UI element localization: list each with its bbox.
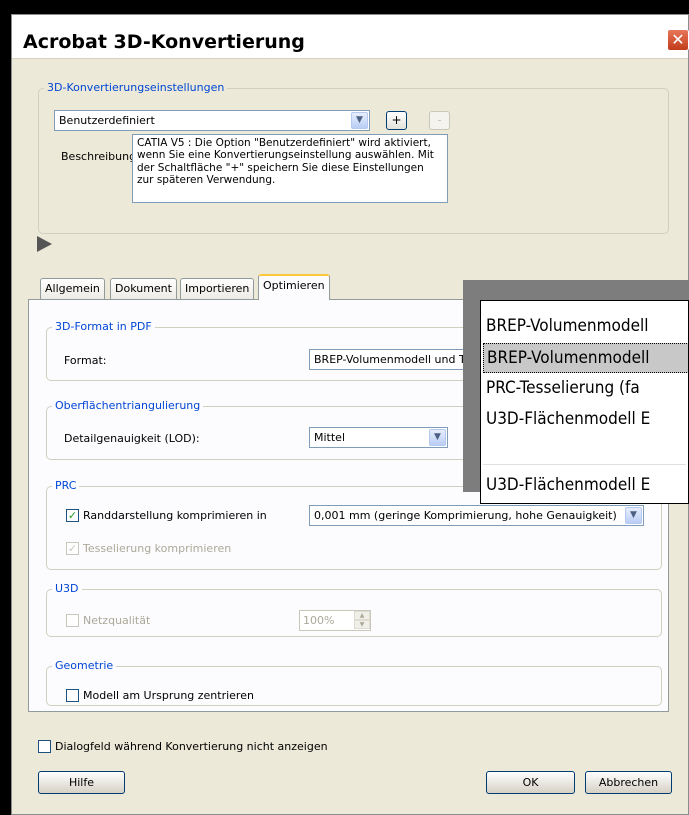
format-select[interactable]: BREP-Volumenmodell und Tesselierung (309, 349, 489, 370)
ok-button[interactable]: OK (486, 771, 575, 794)
format-option-u3d-ec3[interactable]: U3D-Flächenmodell E (483, 471, 688, 501)
description-text: CATIA V5 : Die Option "Benutzerdefiniert… (132, 134, 448, 203)
format-option-brep-tess[interactable]: BREP-Volumenmodell (483, 343, 688, 373)
dialog-title: Acrobat 3D-Konvertierung (23, 31, 305, 53)
help-button[interactable]: Hilfe (38, 771, 125, 794)
preset-select-value: Benutzerdefiniert (59, 114, 155, 127)
mesh-quality-value: 100% (303, 614, 335, 627)
compress-edges-label: Randdarstellung komprimieren in (83, 509, 267, 522)
close-icon[interactable]: ✕ (667, 29, 689, 51)
compress-tessellation-label: Tesselierung komprimieren (83, 542, 232, 555)
tab-dokument[interactable]: Dokument (110, 278, 177, 299)
u3d-group-title: U3D (52, 582, 82, 595)
title-bar[interactable]: Acrobat 3D-Konvertierung ✕ (12, 15, 689, 59)
format-group-title: 3D-Format in PDF (52, 320, 155, 333)
format-option-u3d-ec1[interactable]: U3D-Flächenmodell E (483, 405, 688, 435)
center-model-checkbox[interactable] (66, 689, 79, 702)
spin-down-icon[interactable]: ▼ (354, 620, 370, 629)
compression-select[interactable]: 0,001 mm (geringe Komprimierung, hohe Ge… (309, 505, 644, 526)
mesh-quality-checkbox[interactable] (66, 614, 79, 627)
settings-group-title: 3D-Konvertierungseinstellungen (44, 81, 228, 94)
mesh-quality-spinner[interactable]: 100% ▲ ▼ (299, 610, 371, 631)
no-dialog-checkbox[interactable] (38, 740, 51, 753)
tab-allgemein[interactable]: Allgemein (40, 278, 105, 299)
compress-edges-checkbox[interactable]: ✓ (66, 509, 79, 522)
tab-importieren[interactable]: Importieren (180, 278, 255, 299)
preset-select[interactable]: Benutzerdefiniert ▼ (54, 110, 370, 131)
chevron-down-icon[interactable]: ▼ (625, 507, 642, 524)
format-option-prc-tess[interactable]: PRC-Tesselierung (fa (483, 374, 688, 404)
description-label: Beschreibung (61, 150, 137, 163)
format-dropdown-list: BREP-Volumenmodell BREP-Volumenmodell PR… (480, 300, 689, 504)
tab-optimieren[interactable]: Optimieren (258, 274, 330, 300)
chevron-down-icon[interactable]: ▼ (351, 112, 368, 129)
remove-preset-button[interactable]: - (429, 111, 450, 130)
mesh-quality-label: Netzqualität (83, 614, 151, 627)
no-dialog-label: Dialogfeld während Konvertierung nicht a… (55, 740, 328, 753)
triangulation-group-title: Oberflächentriangulierung (52, 399, 204, 412)
center-model-label: Modell am Ursprung zentrieren (83, 689, 254, 702)
lod-select[interactable]: Mittel ▼ (309, 427, 448, 448)
compression-select-value: 0,001 mm (geringe Komprimierung, hohe Ge… (314, 509, 617, 522)
dropdown-separator (483, 464, 686, 465)
format-label: Format: (64, 354, 107, 367)
cancel-button[interactable]: Abbrechen (585, 771, 672, 794)
geometry-group-title: Geometrie (52, 659, 117, 672)
lod-select-value: Mittel (314, 431, 345, 444)
play-icon[interactable] (37, 236, 52, 252)
prc-group-title: PRC (52, 479, 80, 492)
add-preset-button[interactable]: + (386, 111, 407, 130)
spin-up-icon[interactable]: ▲ (354, 611, 370, 620)
format-option-brep[interactable]: BREP-Volumenmodell (483, 312, 688, 342)
compress-tessellation-checkbox[interactable]: ✓ (66, 542, 79, 555)
lod-label: Detailgenauigkeit (LOD): (64, 432, 200, 445)
chevron-down-icon[interactable]: ▼ (429, 429, 446, 446)
